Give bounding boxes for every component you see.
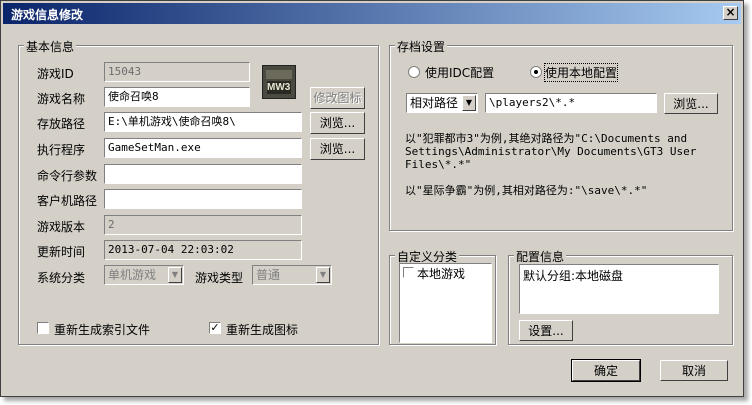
regen-icon-label[interactable]: 重新生成图标 bbox=[226, 321, 298, 338]
exe-browse-button[interactable]: 浏览... bbox=[310, 138, 365, 160]
regen-index-checkbox[interactable] bbox=[37, 322, 49, 334]
radio-dot bbox=[534, 70, 538, 74]
game-id-label: 游戏ID bbox=[37, 67, 74, 81]
config-info-text: 默认分组:本地磁盘 bbox=[523, 269, 624, 283]
chevron-down-icon: ▼ bbox=[462, 95, 476, 111]
exe-label: 执行程序 bbox=[37, 143, 86, 157]
version-field: 2 bbox=[104, 215, 302, 235]
chevron-down-icon: ▼ bbox=[316, 267, 330, 283]
config-settings-button[interactable]: 设置... bbox=[519, 320, 573, 341]
close-icon: × bbox=[725, 5, 736, 19]
dialog-window: 游戏信息修改 × 基本信息 游戏ID 15043 MW3 游戏名称 使命召唤8 … bbox=[0, 0, 744, 397]
cancel-button[interactable]: 取消 bbox=[660, 360, 728, 381]
regen-icon-checkbox[interactable]: ✓ bbox=[209, 322, 221, 334]
update-time-field: 2013-07-04 22:03:02 bbox=[104, 240, 302, 260]
modify-icon-button[interactable]: 修改图标 bbox=[310, 87, 365, 109]
custom-class-item-checkbox[interactable] bbox=[403, 267, 414, 278]
game-type-value: 普通 bbox=[256, 268, 281, 282]
client-path-label: 客户机路径 bbox=[37, 194, 98, 208]
path-browse-button[interactable]: 浏览... bbox=[310, 112, 365, 134]
chevron-down-icon: ▼ bbox=[168, 267, 182, 283]
path-input[interactable]: E:\单机游戏\使命召唤8\ bbox=[104, 112, 302, 132]
exe-input[interactable]: GameSetMan.exe bbox=[104, 138, 302, 158]
idc-config-label[interactable]: 使用IDC配置 bbox=[425, 64, 494, 81]
cmd-args-input[interactable] bbox=[104, 164, 302, 184]
sys-class-label: 系统分类 bbox=[37, 271, 86, 285]
game-type-label: 游戏类型 bbox=[195, 271, 244, 285]
window-title: 游戏信息修改 bbox=[11, 8, 84, 22]
cmd-args-label: 命令行参数 bbox=[37, 169, 98, 183]
local-config-label[interactable]: 使用本地配置 bbox=[543, 63, 619, 82]
local-config-radio[interactable] bbox=[530, 66, 542, 78]
game-icon: MW3 bbox=[262, 65, 296, 99]
version-label: 游戏版本 bbox=[37, 220, 86, 234]
idc-config-radio[interactable] bbox=[408, 66, 420, 78]
ok-button[interactable]: 确定 bbox=[571, 359, 641, 382]
game-id-field: 15043 bbox=[104, 62, 250, 82]
game-type-select[interactable]: 普通 ▼ bbox=[252, 265, 332, 285]
archive-note-absolute: 以"犯罪都市3"为例,其绝对路径为"C:\Documents and Setti… bbox=[405, 132, 697, 171]
archive-browse-button[interactable]: 浏览... bbox=[664, 93, 718, 114]
path-type-select[interactable]: 相对路径 ▼ bbox=[406, 93, 478, 113]
checkmark-icon: ✓ bbox=[210, 321, 220, 334]
title-bar[interactable]: 游戏信息修改 × bbox=[3, 3, 741, 24]
regen-index-label[interactable]: 重新生成索引文件 bbox=[54, 321, 150, 338]
update-time-label: 更新时间 bbox=[37, 245, 86, 259]
close-button[interactable]: × bbox=[723, 6, 738, 20]
path-type-value: 相对路径 bbox=[410, 96, 459, 110]
cod-logo-text: MW3 bbox=[267, 82, 291, 93]
sys-class-select[interactable]: 单机游戏 ▼ bbox=[104, 265, 184, 285]
basic-info-group-label: 基本信息 bbox=[24, 38, 77, 55]
config-info-group-label: 配置信息 bbox=[514, 248, 567, 265]
archive-path-input[interactable]: \players2\*.* bbox=[485, 93, 657, 113]
archive-group-label: 存档设置 bbox=[395, 38, 448, 55]
client-path-input[interactable] bbox=[104, 189, 302, 209]
game-name-label: 游戏名称 bbox=[37, 92, 86, 106]
custom-class-list[interactable]: 本地游戏 bbox=[399, 263, 492, 343]
game-name-input[interactable]: 使命召唤8 bbox=[104, 87, 250, 107]
custom-class-item-label[interactable]: 本地游戏 bbox=[417, 265, 465, 282]
sys-class-value: 单机游戏 bbox=[108, 268, 157, 282]
archive-note-relative: 以"星际争霸"为例,其相对路径为:"\save\*.*" bbox=[405, 184, 648, 197]
config-info-box[interactable]: 默认分组:本地磁盘 bbox=[519, 264, 719, 314]
path-label: 存放路径 bbox=[37, 117, 86, 131]
